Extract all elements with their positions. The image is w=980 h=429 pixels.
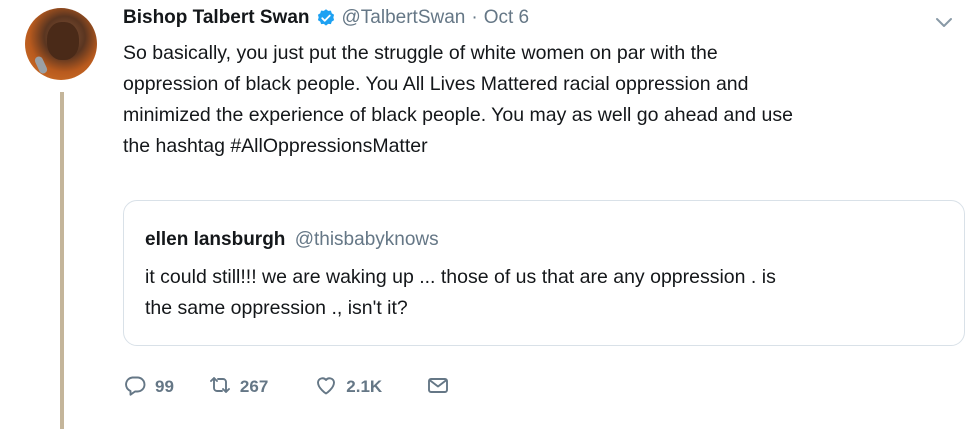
tweet-actions: 99 267 2.1K [123, 372, 478, 402]
quoted-tweet[interactable]: ellen lansburgh @thisbabyknows it could … [123, 200, 965, 346]
retweet-count: 267 [239, 377, 269, 396]
quoted-text-line: the same oppression ., isn't it? [145, 297, 408, 319]
thread-line [60, 92, 64, 429]
quoted-author-handle: @thisbabyknows [294, 229, 439, 250]
author-handle[interactable]: @TalbertSwan [342, 7, 466, 29]
header-separator: · [471, 7, 478, 28]
reply-count: 99 [155, 377, 174, 396]
retweet-icon [208, 373, 232, 402]
retweet-button[interactable]: 267 [208, 373, 268, 402]
tweet-date[interactable]: Oct 6 [484, 7, 529, 29]
quoted-text-line: it could still!!! we are waking up ... t… [145, 266, 776, 288]
avatar-microphone [33, 55, 49, 75]
tweet-text-line: So basically, you just put the struggle … [123, 42, 718, 64]
reply-icon [123, 373, 147, 402]
tweet-text-line: oppression of black people. You All Live… [123, 73, 749, 95]
tweet-text-line: minimized the experience of black people… [123, 104, 793, 126]
avatar-face [47, 22, 79, 60]
reply-button[interactable]: 99 [123, 373, 174, 402]
quoted-author-name: ellen lansburgh [145, 229, 286, 250]
verified-badge-icon [316, 8, 336, 28]
like-button[interactable]: 2.1K [314, 373, 382, 402]
like-icon [314, 373, 338, 402]
quoted-tweet-header: ellen lansburgh @thisbabyknows [145, 229, 439, 251]
tweet-header: Bishop Talbert Swan @TalbertSwan · Oct 6 [123, 5, 529, 31]
chevron-down-icon[interactable] [932, 10, 956, 34]
tweet-text-line: the hashtag #AllOppressionsMatter [123, 135, 428, 157]
avatar[interactable] [25, 8, 97, 80]
quoted-tweet-text: it could still!!! we are waking up ... t… [145, 262, 945, 324]
author-name[interactable]: Bishop Talbert Swan [123, 7, 310, 29]
message-icon [426, 373, 450, 402]
like-count: 2.1K [346, 377, 383, 396]
message-button[interactable] [426, 373, 450, 402]
tweet-text: So basically, you just put the struggle … [123, 38, 963, 162]
